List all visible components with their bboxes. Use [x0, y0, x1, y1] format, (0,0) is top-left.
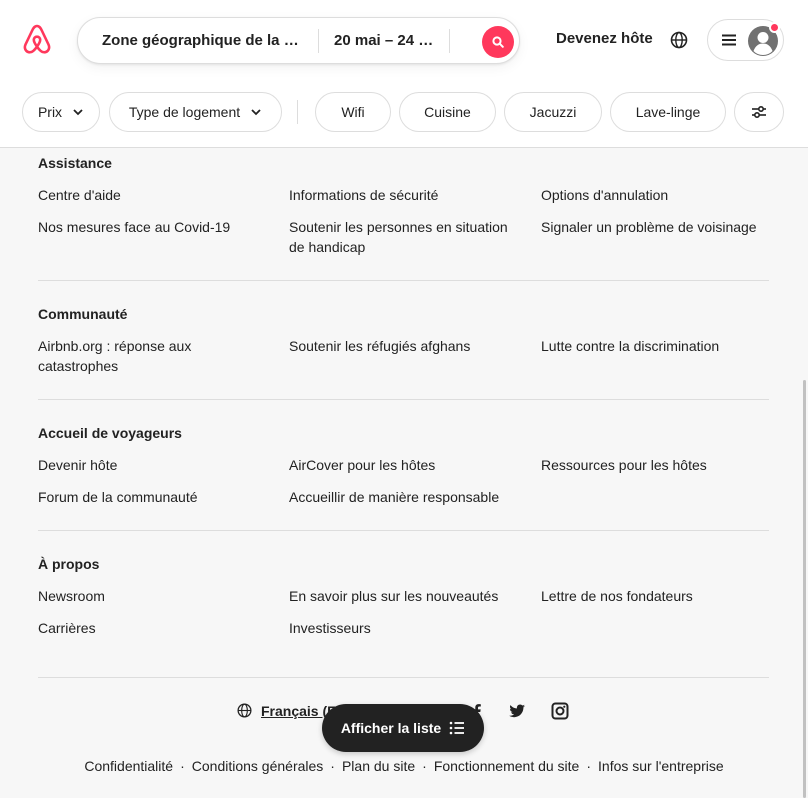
footer-section-assistance: Assistance Centre d'aide Informations de…	[38, 155, 769, 265]
legal-link-sitemap[interactable]: Plan du site	[342, 758, 415, 774]
sliders-icon	[752, 105, 766, 119]
airbnb-logo-icon[interactable]	[21, 23, 53, 57]
section-divider	[38, 399, 769, 400]
footer-link[interactable]: Forum de la communauté	[38, 487, 258, 507]
footer-link[interactable]: Airbnb.org : réponse aux catastrophes	[38, 336, 218, 376]
more-filters-button[interactable]	[734, 92, 784, 132]
footer-section-about: À propos Newsroom En savoir plus sur les…	[38, 556, 769, 646]
footer-link[interactable]: Investisseurs	[289, 618, 521, 638]
notification-dot	[769, 22, 780, 33]
section-title: Communauté	[38, 306, 128, 322]
chevron-down-icon	[73, 109, 83, 116]
become-host-link[interactable]: Devenez hôte	[556, 30, 653, 47]
filter-kitchen[interactable]: Cuisine	[399, 92, 496, 132]
search-bar[interactable]: Zone géographique de la carte 20 mai – 2…	[77, 17, 520, 64]
legal-link-company-info[interactable]: Infos sur l'entreprise	[598, 758, 724, 774]
footer-link[interactable]: Options d'annulation	[541, 185, 769, 205]
show-list-label: Afficher la liste	[340, 720, 442, 736]
separator-dot: ·	[586, 758, 592, 774]
profile-menu-button[interactable]	[707, 19, 784, 61]
filter-wifi[interactable]: Wifi	[315, 92, 391, 132]
globe-icon[interactable]	[667, 28, 691, 52]
footer-section-community: Communauté Airbnb.org : réponse aux cata…	[38, 306, 769, 386]
filter-label: Cuisine	[424, 104, 471, 120]
filter-bar: Prix Type de logement Wifi Cuisine Jacuz…	[0, 92, 808, 132]
filter-label: Type de logement	[128, 104, 241, 120]
legal-link-how-it-works[interactable]: Fonctionnement du site	[434, 758, 580, 774]
footer-link[interactable]: Lutte contre la discrimination	[541, 336, 769, 356]
legal-links: Confidentialité · Conditions générales · Pla…	[0, 758, 808, 774]
filter-label: Prix	[37, 104, 63, 120]
footer-link[interactable]: En savoir plus sur les nouveautés	[289, 586, 521, 606]
section-divider	[38, 677, 769, 678]
filter-washer[interactable]: Lave-linge	[610, 92, 726, 132]
search-location[interactable]: Zone géographique de la carte	[102, 32, 307, 49]
search-divider	[449, 29, 450, 53]
footer-section-hosting: Accueil de voyageurs Devenir hôte AirCov…	[38, 425, 769, 515]
filter-jacuzzi[interactable]: Jacuzzi	[504, 92, 602, 132]
separator-dot: ·	[330, 758, 335, 774]
globe-icon	[237, 703, 252, 718]
filter-divider	[297, 100, 298, 124]
twitter-icon[interactable]	[508, 702, 526, 720]
footer-link[interactable]: Signaler un problème de voisinage	[541, 217, 769, 237]
filter-label: Lave-linge	[635, 104, 701, 120]
footer-link[interactable]: Carrières	[38, 618, 258, 638]
section-title: À propos	[38, 556, 100, 572]
footer-link[interactable]: Devenir hôte	[38, 455, 258, 475]
filter-property-type[interactable]: Type de logement	[109, 92, 282, 132]
footer-link[interactable]: Soutenir les réfugiés afghans	[289, 336, 521, 356]
chevron-down-icon	[251, 109, 261, 116]
search-dates[interactable]: 20 mai – 24 juin	[334, 32, 434, 49]
footer-link[interactable]: Lettre de nos fondateurs	[541, 586, 769, 606]
footer-link[interactable]: Soutenir les personnes en situation de h…	[289, 217, 521, 257]
search-divider	[318, 29, 319, 53]
footer-link[interactable]: Newsroom	[38, 586, 258, 606]
list-icon	[449, 721, 465, 735]
search-icon	[492, 36, 504, 48]
filter-price[interactable]: Prix	[22, 92, 100, 132]
filter-label: Jacuzzi	[529, 104, 577, 120]
footer-link[interactable]: Centre d'aide	[38, 185, 258, 205]
footer-link[interactable]: Informations de sécurité	[289, 185, 521, 205]
section-title: Assistance	[38, 155, 112, 171]
footer-link[interactable]: Nos mesures face au Covid-19	[38, 217, 258, 237]
footer-link[interactable]: Accueillir de manière responsable	[289, 487, 521, 507]
show-list-button[interactable]: Afficher la liste	[322, 704, 484, 752]
footer-link[interactable]: Ressources pour les hôtes	[541, 455, 769, 475]
separator-dot: ·	[180, 758, 185, 774]
top-header: Zone géographique de la carte 20 mai – 2…	[0, 0, 808, 148]
footer-link[interactable]: AirCover pour les hôtes	[289, 455, 521, 475]
legal-link-terms[interactable]: Conditions générales	[192, 758, 324, 774]
separator-dot: ·	[422, 758, 427, 774]
filter-label: Wifi	[341, 104, 365, 120]
section-divider	[38, 280, 769, 281]
section-divider	[38, 530, 769, 531]
menu-icon	[722, 34, 736, 46]
scrollbar[interactable]	[803, 380, 806, 798]
section-title: Accueil de voyageurs	[38, 425, 182, 441]
search-button[interactable]	[482, 26, 514, 58]
instagram-icon[interactable]	[551, 702, 569, 720]
legal-link-privacy[interactable]: Confidentialité	[84, 758, 173, 774]
